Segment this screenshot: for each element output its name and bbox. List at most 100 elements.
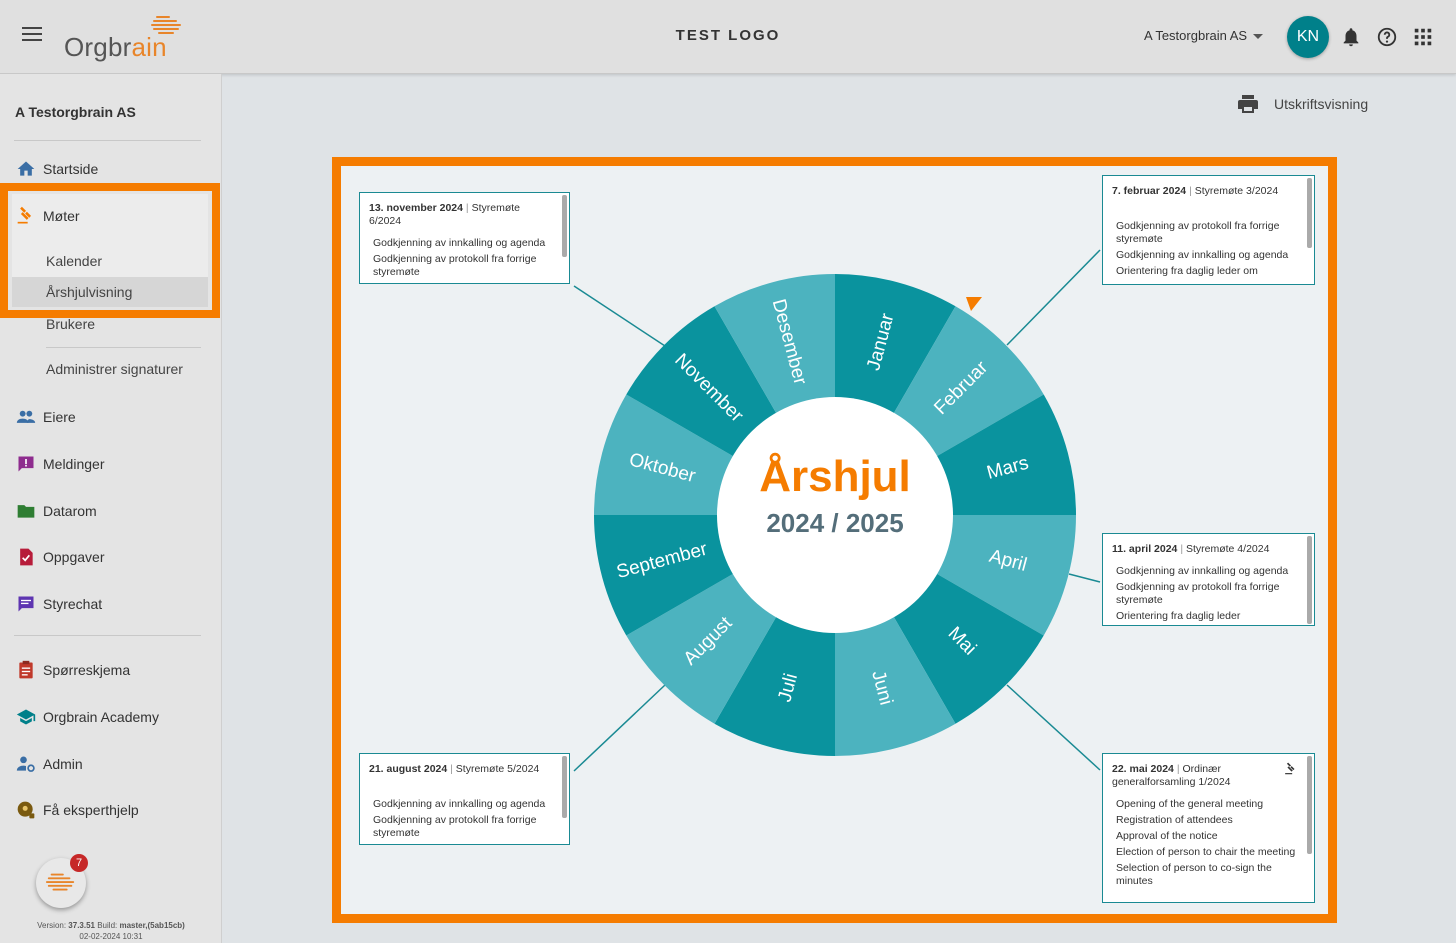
task-icon xyxy=(20,548,33,566)
connector-line xyxy=(1006,684,1101,771)
build-prefix: Build: xyxy=(95,921,120,930)
scrollbar[interactable] xyxy=(1307,178,1312,248)
sidebar-item-arshjulvisning[interactable]: Årshjulvisning xyxy=(12,277,208,307)
meeting-date: 11. april 2024 xyxy=(1112,543,1178,555)
sidebar-item-datarom[interactable]: Datarom xyxy=(0,495,222,525)
sidebar-item-label: Eiere xyxy=(43,409,76,425)
meeting-card-header: 21. august 2024 | Styremøte 5/2024 xyxy=(369,763,540,775)
brain-icon xyxy=(45,873,75,891)
meeting-card-header: 11. april 2024 | Styremøte 4/2024 xyxy=(1112,543,1270,555)
scrollbar[interactable] xyxy=(562,756,567,818)
sidebar-item-label: Orgbrain Academy xyxy=(43,709,159,725)
version-info: Version: 37.3.51 Build: master,(5ab15cb)… xyxy=(0,920,222,942)
agenda-item: Election of person to chair the meeting xyxy=(1116,846,1296,858)
sidebar-item-label: Oppgaver xyxy=(43,549,105,565)
company-selector[interactable]: A Testorgbrain AS xyxy=(1144,28,1264,43)
connector-line xyxy=(1006,249,1101,346)
bell-icon[interactable] xyxy=(1340,26,1362,48)
sidebar-item-moter[interactable]: Møter xyxy=(0,200,222,230)
agenda-list: Godkjenning av protokoll fra forrige sty… xyxy=(1116,220,1298,281)
meeting-title: Styremøte 3/2024 xyxy=(1194,185,1279,197)
apps-grid-icon[interactable] xyxy=(1412,26,1434,48)
sidebar-item-label: Meldinger xyxy=(43,456,105,472)
printer-icon xyxy=(1238,95,1258,113)
meeting-card-august[interactable]: 21. august 2024 | Styremøte 5/2024 Godkj… xyxy=(359,753,570,845)
sidebar-item-administrer-signaturer[interactable]: Administrer signaturer xyxy=(12,354,208,384)
sidebar-item-eiere[interactable]: Eiere xyxy=(0,401,222,431)
sidebar-item-brukere[interactable]: Brukere xyxy=(12,309,208,339)
print-view-label: Utskriftsvisning xyxy=(1274,96,1369,112)
assistant-badge[interactable]: 7 xyxy=(36,854,88,908)
meeting-date: 22. mai 2024 xyxy=(1112,763,1174,775)
wheel-years: 2024 / 2025 xyxy=(766,508,903,538)
sidebar-item-label: Få eksperthjelp xyxy=(43,802,139,818)
scrollbar[interactable] xyxy=(562,195,567,257)
sidebar-item-label: Møter xyxy=(43,208,80,224)
meeting-card-header: 13. november 2024 | Styremøte 6/2024 xyxy=(369,202,520,227)
agenda-item: Godkjenning av protokoll fra forrige sty… xyxy=(1116,220,1280,245)
sidebar: A Testorgbrain AS Startside Møter Kalend… xyxy=(0,74,222,943)
sidebar-item-label: Startside xyxy=(43,161,99,177)
sidebar-item-styrechat[interactable]: Styrechat xyxy=(0,588,222,618)
meeting-card-header: 7. februar 2024 | Styremøte 3/2024 xyxy=(1112,185,1279,197)
agenda-item: Approval of the notice xyxy=(1116,830,1218,842)
sidebar-item-startside[interactable]: Startside xyxy=(0,153,222,183)
chat-icon xyxy=(18,596,34,612)
scrollbar[interactable] xyxy=(1307,536,1312,624)
agenda-list: Opening of the general meeting Registrat… xyxy=(1116,798,1298,891)
agenda-item: Godkjenning av protokoll fra forrige sty… xyxy=(373,253,537,278)
agenda-item: Selection of person to co-sign the minut… xyxy=(1116,862,1272,887)
sidebar-item-sporreskjema[interactable]: Spørreskjema xyxy=(0,654,222,684)
wheel-title: Årshjul xyxy=(759,452,911,501)
build-hash: master,(5ab15cb) xyxy=(119,921,185,930)
agenda-item: Orientering fra daglig leder xyxy=(1116,610,1241,622)
meeting-card-april[interactable]: 11. april 2024 | Styremøte 4/2024 Godkje… xyxy=(1102,533,1315,626)
connector-line xyxy=(573,285,666,347)
sidebar-item-label: Spørreskjema xyxy=(43,662,131,678)
current-month-marker xyxy=(966,297,982,311)
meeting-title: Styremøte 5/2024 xyxy=(455,763,540,775)
sidebar-item-oppgaver[interactable]: Oppgaver xyxy=(0,541,222,571)
sidebar-item-orgbrain-academy[interactable]: Orgbrain Academy xyxy=(0,701,222,731)
gavel-icon xyxy=(17,206,32,224)
sidebar-item-label: Styrechat xyxy=(43,596,103,612)
agenda-item: Opening of the general meeting xyxy=(1116,798,1264,810)
folder-icon xyxy=(17,505,35,518)
agenda-list: Godkjenning av innkalling og agenda Godk… xyxy=(373,237,553,282)
connector-line xyxy=(573,684,666,772)
meeting-card-november[interactable]: 13. november 2024 | Styremøte 6/2024 God… xyxy=(359,192,570,284)
version-prefix: Version: xyxy=(37,921,69,930)
people-icon xyxy=(16,410,36,423)
company-selector-label: A Testorgbrain AS xyxy=(1144,28,1248,43)
sidebar-item-label: Administrer signaturer xyxy=(46,361,183,377)
meeting-card-februar[interactable]: 7. februar 2024 | Styremøte 3/2024 Godkj… xyxy=(1102,175,1315,285)
agenda-list: Godkjenning av innkalling og agenda Godk… xyxy=(1116,565,1298,625)
help-icon[interactable] xyxy=(1376,26,1398,48)
connector-line xyxy=(1068,573,1101,583)
meeting-date: 13. november 2024 xyxy=(369,202,463,214)
sidebar-item-eksperthjelp[interactable]: Få eksperthjelp xyxy=(0,794,222,824)
scrollbar[interactable] xyxy=(1307,756,1312,854)
expert-icon xyxy=(17,801,35,819)
meeting-date: 21. august 2024 xyxy=(369,763,448,775)
sidebar-item-label: Admin xyxy=(43,756,83,772)
sidebar-item-admin[interactable]: Admin xyxy=(0,748,222,778)
home-icon xyxy=(17,161,35,176)
sidebar-item-kalender[interactable]: Kalender xyxy=(12,246,208,276)
build-date: 02-02-2024 10:31 xyxy=(79,932,143,941)
gavel-icon xyxy=(1285,762,1295,775)
meeting-card-mai[interactable]: 22. mai 2024 | Ordinær generalforsamling… xyxy=(1102,753,1315,903)
agenda-item: Godkjenning av innkalling og agenda xyxy=(373,798,546,810)
divider xyxy=(14,140,201,141)
divider xyxy=(46,347,201,348)
admin-icon xyxy=(16,756,35,772)
meeting-title: Styremøte 4/2024 xyxy=(1185,543,1270,555)
user-avatar[interactable]: KN xyxy=(1287,16,1329,58)
annual-wheel-panel: Januar Februar Mars April Mai Juni Juli August S… xyxy=(332,157,1337,923)
sidebar-item-meldinger[interactable]: Meldinger xyxy=(0,448,222,478)
agenda-item: Godkjenning av protokoll fra forrige sty… xyxy=(373,814,537,839)
meeting-date: 7. februar 2024 xyxy=(1112,185,1187,197)
version-number: 37.3.51 xyxy=(68,921,95,930)
agenda-item: Godkjenning av innkalling og agenda xyxy=(1116,565,1289,577)
sidebar-item-label: Datarom xyxy=(43,503,97,519)
